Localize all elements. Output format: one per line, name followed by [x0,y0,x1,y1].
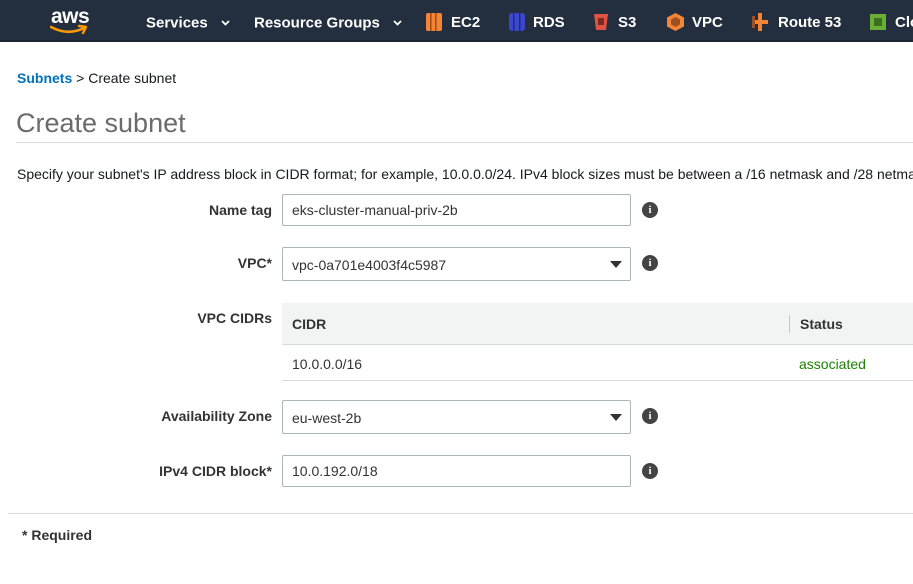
required-note: * Required [22,527,93,543]
s3-icon [594,14,608,30]
breadcrumb-separator: > [76,70,85,86]
page-description: Specify your subnet's IP address block i… [17,166,913,182]
vpc-info-icon[interactable]: i [642,255,658,271]
chevron-down-icon [393,20,402,26]
shortcut-s3[interactable]: S3 [592,0,642,40]
shortcut-cloud-label: Clo [895,14,913,31]
shortcut-vpc-label: VPC [692,14,723,31]
aws-logo[interactable]: aws [48,5,94,36]
shortcut-s3-label: S3 [618,14,637,31]
services-label: Services [146,14,208,32]
breadcrumb: Subnets > Create subnet [17,70,176,86]
column-divider [789,315,790,333]
vpc-cidrs-label: VPC CIDRs [197,310,272,326]
availability-zone-label: Availability Zone [161,408,272,424]
dropdown-arrow-icon [610,261,622,268]
breadcrumb-subnets-link[interactable]: Subnets [17,70,72,86]
shortcut-vpc[interactable]: VPC [666,0,726,40]
vpc-label: VPC* [237,255,272,271]
rds-icon [509,13,525,31]
page-title: Create subnet [16,108,186,138]
route53-icon [752,13,768,31]
shortcut-ec2-label: EC2 [451,14,481,31]
shortcut-ec2[interactable]: EC2 [425,0,485,40]
column-header-cidr: CIDR [292,316,327,332]
shortcut-rds[interactable]: RDS [508,0,568,40]
ipv4-cidr-input[interactable] [282,455,631,487]
name-tag-label: Name tag [208,202,272,218]
name-tag-input[interactable] [282,194,631,226]
ec2-icon [426,13,442,31]
availability-zone-info-icon[interactable]: i [642,408,658,424]
resource-groups-menu[interactable]: Resource Groups [254,0,402,40]
vpc-select-value: vpc-0a701e4003f4c5987 [292,257,447,273]
services-menu[interactable]: Services [146,0,230,40]
column-header-status: Status [800,316,843,332]
vpc-cidrs-table-header: CIDR Status [282,303,913,345]
shortcut-route53[interactable]: Route 53 [751,0,842,40]
availability-zone-select[interactable]: eu-west-2b [282,400,631,434]
table-row: 10.0.0.0/16 associated [282,345,913,381]
aws-smile-icon [50,24,88,35]
dropdown-arrow-icon [610,414,622,421]
availability-zone-value: eu-west-2b [292,410,362,426]
chevron-down-icon [221,20,230,26]
vpc-select[interactable]: vpc-0a701e4003f4c5987 [282,247,631,281]
breadcrumb-current: Create subnet [88,70,177,86]
status-cell: associated [799,356,866,372]
cloud-icon [870,14,886,30]
vpc-icon [667,13,684,31]
ipv4-cidr-info-icon[interactable]: i [642,463,658,479]
shortcut-route53-label: Route 53 [778,14,842,31]
name-tag-info-icon[interactable]: i [642,202,658,218]
cidr-cell: 10.0.0.0/16 [292,356,363,372]
shortcut-rds-label: RDS [533,14,565,31]
shortcut-cloud[interactable]: Clo [869,0,913,40]
top-navigation-bar: aws Services Resource Groups EC2 RDS S3 … [0,0,913,42]
ipv4-cidr-label: IPv4 CIDR block* [159,463,272,479]
resource-groups-label: Resource Groups [254,14,380,32]
title-divider [16,142,913,143]
footer-divider [8,513,913,514]
